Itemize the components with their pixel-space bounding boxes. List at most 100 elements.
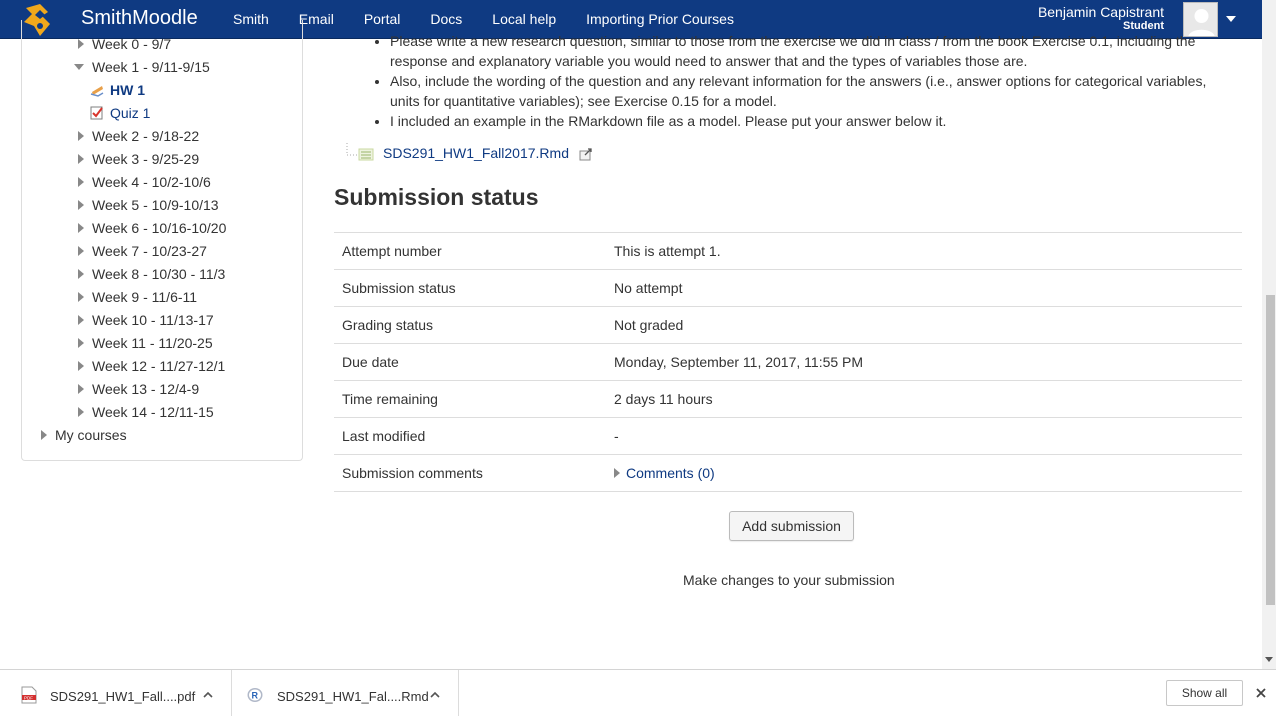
nav-tree-label: Week 7 - 10/23-27 — [92, 243, 207, 259]
expand-arrow-icon[interactable] — [78, 315, 84, 325]
nav-tree-week-12[interactable]: Week 12 - 11/27-12/1 — [78, 356, 225, 376]
instruction-item: Please write a new research question, si… — [390, 31, 1220, 71]
nav-tree-label: Week 11 - 11/20-25 — [92, 335, 213, 351]
nav-tree-label: HW 1 — [110, 82, 145, 98]
nav-tree-label: Week 12 - 11/27-12/1 — [92, 358, 226, 374]
table-row: Time remaining 2 days 11 hours — [334, 380, 1242, 418]
add-submission-button[interactable]: Add submission — [729, 511, 854, 541]
scroll-down-arrow-icon[interactable] — [1265, 657, 1273, 662]
row-value: No attempt — [606, 269, 1242, 307]
download-item[interactable]: R SDS291_HW1_Fal....Rmd — [232, 670, 459, 716]
expand-arrow-icon[interactable] — [78, 200, 84, 210]
expand-arrow-icon[interactable] — [78, 246, 84, 256]
download-file-name: SDS291_HW1_Fall....pdf — [50, 689, 196, 704]
expand-arrow-icon[interactable] — [78, 177, 84, 187]
row-label: Attempt number — [334, 232, 606, 270]
nav-tree-label: Quiz 1 — [110, 105, 151, 121]
instruction-item: I included an example in the RMarkdown f… — [390, 111, 1220, 131]
row-value: Monday, September 11, 2017, 11:55 PM — [606, 343, 1242, 381]
row-label: Due date — [334, 343, 606, 381]
nav-tree-label: Week 6 - 10/16-10/20 — [92, 220, 227, 236]
nav-tree-label: Week 3 - 9/25-29 — [92, 151, 200, 167]
attachment-file-link[interactable]: SDS291_HW1_Fall2017.Rmd — [383, 145, 569, 161]
nav-tree-week-7[interactable]: Week 7 - 10/23-27 — [78, 241, 207, 261]
user-name[interactable]: Benjamin Capistrant — [1038, 5, 1164, 20]
nav-tree-week-0[interactable]: Week 0 - 9/7 — [78, 34, 171, 54]
row-label: Submission status — [334, 269, 606, 307]
expand-arrow-icon[interactable] — [78, 131, 84, 141]
nav-tree-my-courses[interactable]: My courses — [41, 425, 127, 445]
expand-arrow-icon[interactable] — [78, 407, 84, 417]
nav-tree-label: Week 14 - 12/11-15 — [92, 404, 214, 420]
expand-arrow-icon[interactable] — [78, 338, 84, 348]
nav-tree-week-13[interactable]: Week 13 - 12/4-9 — [78, 379, 199, 399]
tree-connector-icon — [346, 143, 374, 161]
nav-tree-label: Week 9 - 11/6-11 — [92, 289, 198, 305]
collapse-arrow-icon[interactable] — [74, 64, 84, 70]
expand-comments-icon[interactable] — [614, 468, 620, 478]
nav-tree-week-5[interactable]: Week 5 - 10/9-10/13 — [78, 195, 219, 215]
row-value: Not graded — [606, 306, 1242, 344]
svg-text:R: R — [252, 691, 259, 701]
table-row: Submission comments Comments (0) — [334, 454, 1242, 492]
assignment-instructions: Please write a new research question, si… — [370, 31, 1220, 131]
row-label: Last modified — [334, 417, 606, 455]
expand-arrow-icon[interactable] — [78, 39, 84, 49]
close-icon[interactable] — [1254, 686, 1268, 700]
comments-link[interactable]: Comments (0) — [626, 465, 715, 481]
download-bar: PDF SDS291_HW1_Fall....pdf R SDS291_HW1_… — [0, 669, 1276, 716]
expand-arrow-icon[interactable] — [78, 223, 84, 233]
make-changes-text: Make changes to your submission — [683, 572, 895, 588]
svg-text:PDF: PDF — [24, 696, 33, 701]
attachment-row: SDS291_HW1_Fall2017.Rmd — [345, 143, 593, 163]
submission-status-table: Attempt number This is attempt 1. Submis… — [334, 232, 1242, 492]
nav-tree-week-11[interactable]: Week 11 - 11/20-25 — [78, 333, 213, 353]
chevron-up-icon[interactable] — [203, 690, 213, 698]
nav-tree-label: Week 8 - 10/30 - 11/3 — [92, 266, 226, 282]
row-label: Submission comments — [334, 454, 606, 492]
nav-tree-label: Week 13 - 12/4-9 — [92, 381, 200, 397]
nav-tree-quiz1[interactable]: Quiz 1 — [90, 103, 150, 123]
nav-tree-label: Week 0 - 9/7 — [92, 36, 172, 52]
table-row: Due date Monday, September 11, 2017, 11:… — [334, 343, 1242, 381]
row-label: Time remaining — [334, 380, 606, 418]
instruction-item: Also, include the wording of the questio… — [390, 71, 1220, 111]
comments-cell: Comments (0) — [606, 454, 1242, 492]
expand-arrow-icon[interactable] — [78, 292, 84, 302]
nav-tree-week-3[interactable]: Week 3 - 9/25-29 — [78, 149, 199, 169]
expand-arrow-icon[interactable] — [41, 430, 47, 440]
row-label: Grading status — [334, 306, 606, 344]
nav-tree-label: My courses — [55, 427, 127, 443]
expand-arrow-icon[interactable] — [78, 269, 84, 279]
nav-tree-week-9[interactable]: Week 9 - 11/6-11 — [78, 287, 197, 307]
export-portfolio-icon[interactable] — [579, 147, 593, 161]
nav-tree-week-6[interactable]: Week 6 - 10/16-10/20 — [78, 218, 226, 238]
expand-arrow-icon[interactable] — [78, 361, 84, 371]
table-row: Grading status Not graded — [334, 306, 1242, 344]
chevron-up-icon[interactable] — [430, 690, 440, 698]
row-value: - — [606, 417, 1242, 455]
nav-tree-label: Week 5 - 10/9-10/13 — [92, 197, 219, 213]
page-title: Submission status — [334, 184, 539, 210]
nav-tree-hw1[interactable]: HW 1 — [90, 80, 145, 100]
nav-tree-week-14[interactable]: Week 14 - 12/11-15 — [78, 402, 214, 422]
expand-arrow-icon[interactable] — [78, 384, 84, 394]
nav-tree-week-2[interactable]: Week 2 - 9/18-22 — [78, 126, 199, 146]
row-value: 2 days 11 hours — [606, 380, 1242, 418]
nav-tree-week-1[interactable]: Week 1 - 9/11-9/15 — [74, 57, 210, 77]
table-row: Submission status No attempt — [334, 269, 1242, 307]
user-menu-caret-icon[interactable] — [1226, 16, 1236, 22]
row-value: This is attempt 1. — [606, 232, 1242, 270]
download-file-name: SDS291_HW1_Fal....Rmd — [277, 689, 429, 704]
r-file-icon: R — [247, 688, 263, 702]
expand-arrow-icon[interactable] — [78, 154, 84, 164]
show-all-downloads-button[interactable]: Show all — [1166, 680, 1243, 706]
nav-tree-week-4[interactable]: Week 4 - 10/2-10/6 — [78, 172, 211, 192]
download-item[interactable]: PDF SDS291_HW1_Fall....pdf — [0, 670, 232, 716]
assignment-icon — [90, 86, 104, 97]
scrollbar-thumb[interactable] — [1266, 295, 1275, 605]
nav-tree-week-10[interactable]: Week 10 - 11/13-17 — [78, 310, 214, 330]
table-row: Attempt number This is attempt 1. — [334, 232, 1242, 270]
nav-tree-week-8[interactable]: Week 8 - 10/30 - 11/3 — [78, 264, 225, 284]
table-row: Last modified - — [334, 417, 1242, 455]
